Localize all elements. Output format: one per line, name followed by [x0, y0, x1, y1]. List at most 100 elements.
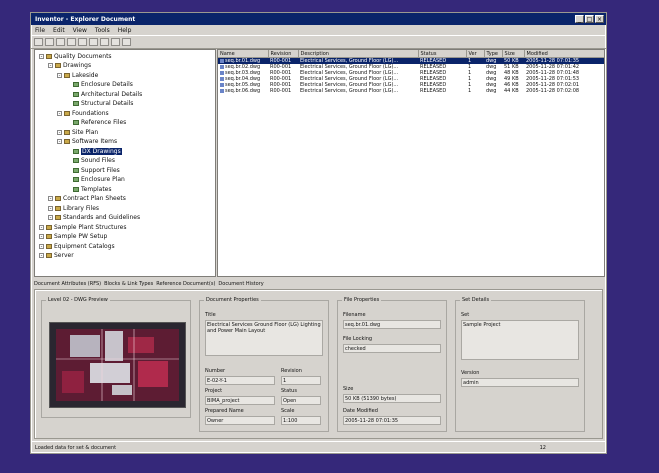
file-locking-field[interactable]: checked — [343, 344, 441, 353]
prepared-field[interactable]: Owner — [205, 416, 275, 425]
column-header[interactable]: Type — [484, 50, 503, 58]
expand-toggle-icon[interactable]: - — [57, 72, 62, 78]
expand-toggle-icon[interactable]: - — [48, 63, 53, 69]
tree-item-label: Sample Plant Structures — [54, 223, 127, 231]
menu-file[interactable]: File — [35, 27, 45, 34]
menu-view[interactable]: View — [73, 27, 87, 34]
menu-tools[interactable]: Tools — [95, 27, 110, 34]
size-field[interactable]: 50 KB (51390 bytes) — [343, 394, 441, 403]
tree-item[interactable]: Support Files — [66, 166, 120, 174]
status-field[interactable]: Open — [281, 396, 321, 405]
table-row[interactable]: seq.br.06.dwg R00-001 Electrical Services,… — [218, 88, 604, 94]
file-icon — [220, 70, 224, 75]
tree-item[interactable]: - Library Files — [48, 204, 99, 212]
number-field[interactable]: E-02-Y-1 — [205, 376, 275, 385]
number-label: Number — [205, 368, 226, 374]
folder-tree[interactable]: - Quality Documents - Drawings - Lakeside Encl… — [34, 49, 216, 277]
expand-toggle-icon[interactable]: - — [39, 234, 44, 240]
tree-item[interactable]: Enclosure Details — [66, 81, 133, 89]
expand-toggle-icon[interactable]: - — [57, 129, 62, 135]
tree-item[interactable]: DX Drawings — [66, 147, 122, 155]
back-icon[interactable] — [34, 38, 43, 46]
expand-toggle-icon[interactable]: - — [57, 110, 62, 116]
expand-toggle-icon[interactable]: - — [57, 139, 62, 145]
tree-item[interactable]: - Sample Plant Structures — [39, 223, 126, 231]
up-folder-icon[interactable] — [56, 38, 65, 46]
scale-field[interactable]: 1:100 — [281, 416, 321, 425]
folder-icon — [46, 253, 52, 258]
column-header[interactable]: Description — [298, 50, 419, 58]
toolbar — [31, 35, 606, 49]
document-list[interactable]: Name Revision Description Status Ver Type Size… — [217, 49, 605, 277]
column-header[interactable]: Revision — [268, 50, 299, 58]
tree-item-label: Enclosure Details — [81, 81, 133, 88]
title-field[interactable]: Electrical Services Ground Floor (LG) Li… — [205, 320, 323, 356]
date-modified-field[interactable]: 2005-11-28 07:01:35 — [343, 416, 441, 425]
paste-icon[interactable] — [89, 38, 98, 46]
file-icon — [220, 88, 224, 93]
filename-field[interactable]: seq.br.01.dwg — [343, 320, 441, 329]
tab-reference-documents[interactable]: Reference Document(s) — [156, 281, 215, 287]
tree-item-label: Quality Documents — [54, 52, 112, 60]
tree-item[interactable]: - Software Items — [57, 138, 117, 146]
tree-item[interactable]: Sound Files — [66, 157, 115, 165]
tree-item[interactable]: - Quality Documents — [39, 52, 112, 60]
tab-document-attributes[interactable]: Document Attributes (RFS) — [34, 281, 101, 287]
version-field[interactable]: admin — [461, 378, 579, 387]
tree-item[interactable]: Reference Files — [66, 119, 126, 127]
delete-icon[interactable] — [100, 38, 109, 46]
tree-item[interactable]: - Site Plan — [57, 128, 98, 136]
project-field[interactable]: BIMA_project — [205, 396, 275, 405]
tree-item[interactable]: Structural Details — [66, 100, 133, 108]
tab-document-history[interactable]: Document History — [218, 281, 263, 287]
close-button[interactable]: × — [595, 15, 604, 23]
document-icon — [73, 148, 79, 154]
folder-icon — [55, 63, 61, 68]
tree-item[interactable]: - Server — [39, 252, 74, 260]
expand-toggle-icon[interactable]: - — [39, 224, 44, 230]
title-bar[interactable]: Inventor - Explorer Document _ □ × — [31, 13, 606, 25]
expand-toggle-icon[interactable]: - — [48, 196, 53, 202]
column-header[interactable]: Modified — [524, 50, 604, 58]
tree-item[interactable]: Enclosure Plan — [66, 176, 125, 184]
tree-item[interactable]: - Standards and Guidelines — [48, 214, 140, 222]
expand-toggle-icon[interactable]: - — [39, 253, 44, 259]
forward-icon[interactable] — [45, 38, 54, 46]
copy-icon[interactable] — [78, 38, 87, 46]
tree-item[interactable]: - Foundations — [57, 109, 109, 117]
refresh-icon[interactable] — [67, 38, 76, 46]
expand-toggle-icon[interactable]: - — [48, 215, 53, 221]
menu-help[interactable]: Help — [118, 27, 132, 34]
tree-item[interactable]: Architectural Details — [66, 90, 142, 98]
tree-item[interactable]: - Drawings — [48, 62, 91, 70]
expand-toggle-icon[interactable]: - — [39, 243, 44, 249]
folder-icon — [55, 196, 61, 201]
maximize-button[interactable]: □ — [585, 15, 594, 23]
tab-blocks-link-types[interactable]: Blocks & Link Types — [104, 281, 153, 287]
expand-toggle-icon[interactable]: - — [39, 53, 44, 59]
menu-edit[interactable]: Edit — [53, 27, 65, 34]
tree-item[interactable]: - Sample PW Setup — [39, 233, 107, 241]
drawing-preview-image[interactable] — [49, 322, 186, 408]
status-bar: Loaded data for set & document 12 — [31, 441, 606, 453]
properties-icon[interactable] — [111, 38, 120, 46]
revision-field[interactable]: 1 — [281, 376, 321, 385]
tree-item[interactable]: Templates — [66, 185, 112, 193]
column-header[interactable]: Size — [502, 50, 525, 58]
minimize-button[interactable]: _ — [575, 15, 584, 23]
tree-item[interactable]: - Contract Plan Sheets — [48, 195, 126, 203]
tree-item-label: Software Items — [72, 138, 118, 145]
column-header[interactable]: Status — [418, 50, 467, 58]
help-icon[interactable] — [122, 38, 131, 46]
set-label: Set — [461, 312, 470, 318]
expand-toggle-icon[interactable]: - — [48, 205, 53, 211]
document-icon — [73, 82, 79, 87]
column-header[interactable]: Name — [218, 50, 269, 58]
tree-item[interactable]: - Lakeside — [57, 71, 98, 79]
tree-item[interactable]: - Equipment Catalogs — [39, 242, 115, 250]
table-cell: dwg — [484, 88, 502, 94]
column-header[interactable]: Ver — [466, 50, 485, 58]
file-properties-title: File Properties — [342, 297, 382, 303]
set-field[interactable]: Sample Project — [461, 320, 579, 360]
tree-item-label: Sample PW Setup — [54, 233, 108, 240]
